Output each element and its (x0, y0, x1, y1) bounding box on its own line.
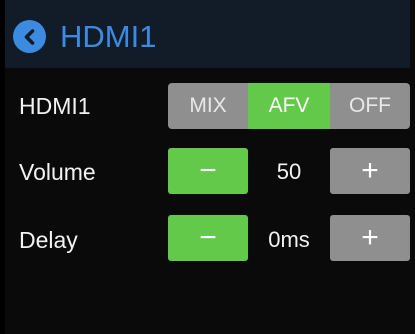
mode-row-label: HDMI1 (19, 93, 91, 119)
volume-increase-button[interactable]: + (330, 148, 410, 194)
page-title: HDMI1 (60, 19, 157, 54)
header-bar: HDMI1 (5, 0, 410, 68)
chevron-left-icon (24, 28, 34, 45)
volume-label: Volume (19, 159, 96, 185)
delay-value: 0ms (268, 227, 310, 252)
volume-decrease-button[interactable]: − (168, 148, 248, 194)
mode-option-off[interactable]: OFF (330, 83, 410, 129)
delay-increase-button[interactable]: + (330, 215, 410, 261)
delay-label: Delay (19, 227, 78, 253)
mode-option-mix[interactable]: MIX (168, 83, 248, 129)
back-button[interactable] (13, 20, 46, 53)
mode-option-afv[interactable]: AFV (248, 83, 330, 129)
volume-value: 50 (276, 159, 302, 184)
hdmi-settings-screen: HDMI1 HDMI1 MIX AFV OFF Volume − 50 + De… (5, 0, 415, 334)
delay-decrease-button[interactable]: − (168, 215, 248, 261)
